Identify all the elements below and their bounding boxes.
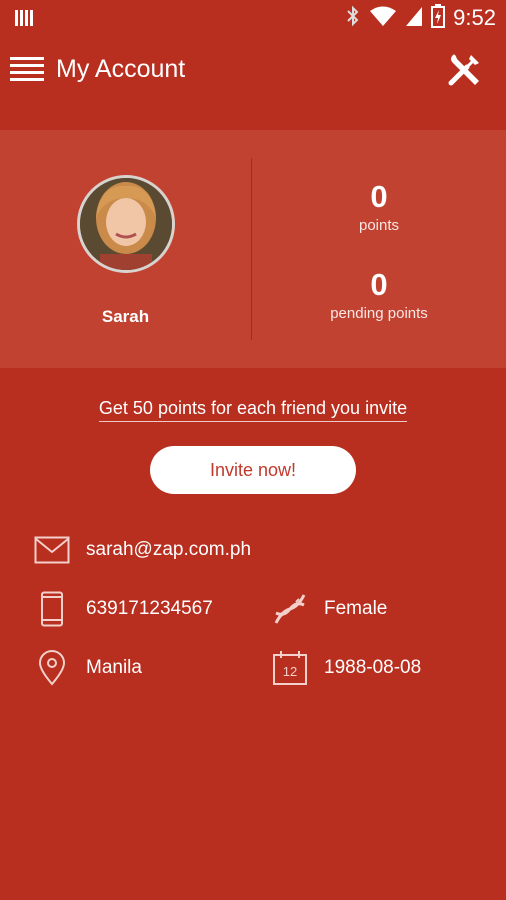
phone-value: 639171234567 bbox=[86, 598, 213, 619]
birthday-row: 12 1988-08-08 bbox=[270, 648, 421, 688]
profile-name: Sarah bbox=[101, 307, 150, 326]
birthday-value: 1988-08-08 bbox=[324, 657, 422, 678]
calendar-day: 12 bbox=[283, 664, 297, 679]
location-value: Manila bbox=[86, 657, 142, 678]
invite-promo: Get 50 points for each friend you invite bbox=[0, 398, 506, 422]
gender-row: Female bbox=[270, 589, 387, 629]
invite-link[interactable]: Get 50 points for each friend you invite bbox=[98, 398, 408, 422]
app-bar: My Account bbox=[0, 36, 506, 102]
status-bar: 9:52 bbox=[0, 0, 506, 36]
email-row: sarah@zap.com.ph bbox=[32, 530, 251, 570]
email-value: sarah@zap.com.ph bbox=[86, 539, 252, 560]
calendar-icon: 12 bbox=[270, 648, 310, 688]
hamburger-menu-icon[interactable] bbox=[4, 46, 50, 92]
pending-points-value: 0 bbox=[370, 267, 388, 302]
gender-value: Female bbox=[324, 598, 388, 619]
avatar[interactable] bbox=[76, 175, 175, 273]
bluetooth-icon bbox=[345, 4, 361, 33]
pending-points-label: pending points bbox=[330, 305, 428, 322]
tools-icon[interactable] bbox=[440, 44, 490, 94]
location-pin-icon bbox=[32, 648, 72, 688]
profile-panel: Sarah 0 points 0 pending points bbox=[0, 130, 506, 368]
invite-now-button[interactable]: Invite now! bbox=[150, 446, 356, 494]
dna-icon bbox=[270, 589, 310, 629]
wifi-icon bbox=[369, 5, 397, 32]
signal-icon bbox=[405, 5, 423, 32]
points-label: points bbox=[358, 217, 400, 234]
phone-row: 639171234567 bbox=[32, 589, 213, 629]
page-title: My Account bbox=[56, 54, 186, 83]
points-value: 0 bbox=[370, 179, 388, 214]
phone-icon bbox=[32, 589, 72, 629]
envelope-icon bbox=[32, 530, 72, 570]
battery-charging-icon bbox=[431, 3, 446, 33]
points-summary: 0 points 0 pending points bbox=[252, 130, 506, 368]
location-row: Manila bbox=[32, 648, 142, 688]
notification-icon bbox=[14, 8, 34, 28]
status-time: 9:52 bbox=[453, 5, 496, 30]
profile-summary: Sarah bbox=[0, 158, 252, 340]
